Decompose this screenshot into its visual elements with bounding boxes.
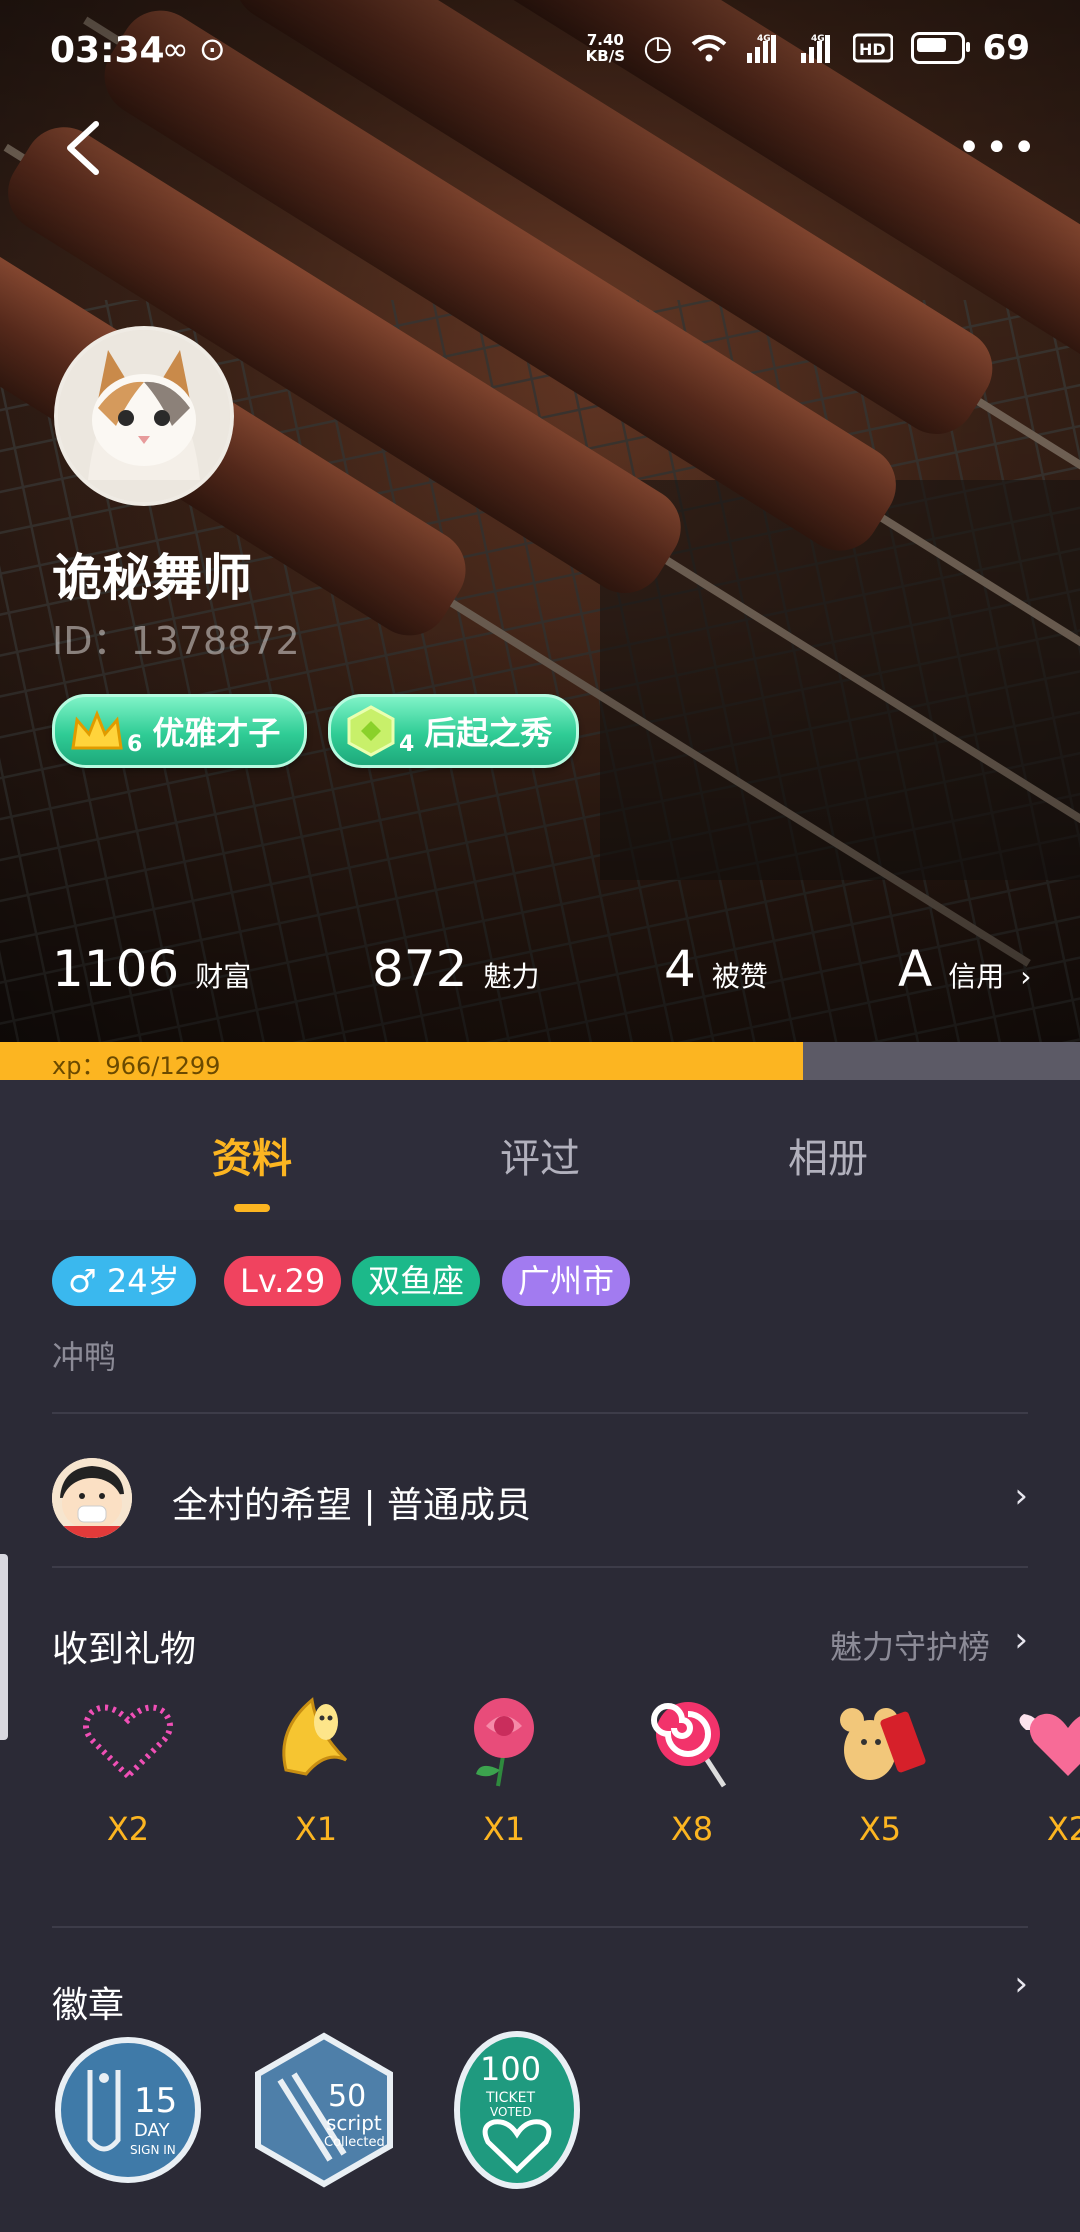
gift-item[interactable]: X5: [820, 1690, 940, 1870]
svg-text:DAY: DAY: [134, 2120, 170, 2141]
battery-icon: [910, 32, 970, 64]
alarm-icon: ◷: [643, 28, 673, 68]
back-button[interactable]: [60, 118, 108, 178]
divider: [52, 1412, 1028, 1414]
avatar[interactable]: [54, 326, 234, 506]
tab-album[interactable]: 相册: [788, 1126, 868, 1184]
constellation-tag: 双鱼座: [352, 1256, 481, 1306]
svg-text:SIGN IN: SIGN IN: [130, 2143, 176, 2157]
gift-item[interactable]: X1: [256, 1690, 376, 1870]
chevron-right-icon: ›: [1014, 1476, 1028, 1516]
wifi-icon: [691, 35, 726, 62]
stat-credit[interactable]: A 信用 ›: [898, 940, 1031, 998]
infinity-icon: ∞ ⊙: [162, 30, 226, 68]
stat-wealth[interactable]: 1106 财富: [52, 940, 251, 998]
svg-text:script: script: [326, 2111, 382, 2135]
club-row[interactable]: 全村的希望 | 普通成员 ›: [0, 1426, 1080, 1576]
chevron-right-icon[interactable]: ›: [1014, 1964, 1028, 2004]
medal-list: 15 DAY SIGN IN 50 script Collected 100 T…: [0, 2030, 1080, 2200]
gift-list: X2 X1 X1 X8 X5 X2: [0, 1690, 1080, 1870]
signature: 冲鸭: [52, 1338, 117, 1376]
status-time: 03:34: [50, 30, 165, 71]
divider: [52, 1566, 1028, 1568]
gift-item[interactable]: X1: [444, 1690, 564, 1870]
svg-text:15: 15: [134, 2081, 177, 2121]
badge-rising-star[interactable]: 4 后起之秀: [328, 694, 580, 768]
crown-icon: [71, 709, 123, 750]
xp-progress-bar: xp：966/1299: [0, 1042, 1080, 1080]
network-speed: 7.40 KB/S: [585, 31, 625, 65]
rose-icon: [474, 1698, 534, 1787]
svg-text:50: 50: [328, 2079, 366, 2114]
svg-text:4G: 4G: [757, 34, 771, 44]
gender-age-tag: ♂ 24岁: [52, 1256, 196, 1306]
hexagon-gem-icon: [347, 705, 395, 757]
medals-title: 徽章: [52, 1985, 125, 2026]
tab-active-indicator: [234, 1204, 270, 1212]
gift-item[interactable]: X8: [632, 1690, 752, 1870]
level-tag: Lv.29: [224, 1256, 342, 1306]
scrollbar[interactable]: [0, 1554, 8, 1740]
club-avatar: [52, 1458, 132, 1538]
svg-text:Collected: Collected: [324, 2135, 385, 2150]
charm-guard-link[interactable]: 魅力守护榜: [830, 1622, 990, 1668]
signal-icon: 4G: [746, 34, 776, 63]
svg-text:TICKET: TICKET: [485, 2090, 535, 2106]
svg-text:HD: HD: [859, 40, 886, 59]
profile-cover: [0, 0, 1080, 1042]
banana-icon: [282, 1697, 348, 1776]
gifts-title: 收到礼物: [52, 1629, 197, 1670]
badge-elegant-talent[interactable]: 6 优雅才子: [52, 694, 308, 768]
chevron-right-icon: ›: [1020, 960, 1032, 993]
script-medal-icon[interactable]: 50 script Collected: [250, 2030, 398, 2190]
mouse-fortune-icon: [840, 1708, 926, 1780]
tag-medal-icon[interactable]: 15 DAY SIGN IN: [54, 2030, 202, 2190]
status-bar: 03:34 ∞ ⊙ 7.40 KB/S ◷ 4G 4G HD 69: [0, 0, 1080, 108]
stat-charm[interactable]: 872 魅力: [372, 940, 539, 998]
lollipop-icon: [651, 1702, 727, 1788]
divider: [52, 1926, 1028, 1928]
hd-icon: HD: [852, 33, 893, 63]
heart-sparkle-icon: [83, 1704, 173, 1781]
battery-level: 69: [982, 28, 1030, 68]
xp-text: xp：966/1299: [52, 1052, 221, 1080]
club-name: 全村的希望 | 普通成员: [172, 1485, 532, 1526]
tab-reviews[interactable]: 评过: [500, 1126, 580, 1184]
gift-item[interactable]: X2: [68, 1690, 188, 1870]
tab-profile[interactable]: 资料: [212, 1126, 292, 1184]
svg-text:100: 100: [480, 2050, 541, 2088]
profile-content: ♂ 24岁 Lv.29 双鱼座 广州市 冲鸭 全村的希望 | 普通成员 › 收到…: [0, 1220, 1080, 2232]
svg-text:4G: 4G: [811, 34, 825, 44]
profile-tabs: 资料 评过 相册: [0, 1080, 1080, 1220]
winged-heart-icon: [1019, 1713, 1080, 1776]
svg-text:VOTED: VOTED: [490, 2105, 532, 2119]
crayon-shin-chan-icon: [52, 1458, 132, 1538]
stat-likes[interactable]: 4 被赞: [664, 940, 768, 998]
more-options-button[interactable]: •••: [957, 128, 1040, 168]
cat-avatar-image: [58, 330, 230, 502]
ticket-medal-icon[interactable]: 100 TICKET VOTED: [452, 2030, 582, 2190]
user-id: ID：1378872: [52, 619, 300, 663]
signal-icon: 4G: [800, 34, 830, 63]
stats-row: 1106 财富 872 魅力 4 被赞 A 信用 ›: [0, 940, 1080, 1010]
username: 诡秘舞师: [52, 549, 252, 607]
city-tag: 广州市: [502, 1256, 631, 1306]
gift-item[interactable]: X2: [1008, 1690, 1080, 1870]
chevron-right-icon[interactable]: ›: [1014, 1620, 1028, 1660]
